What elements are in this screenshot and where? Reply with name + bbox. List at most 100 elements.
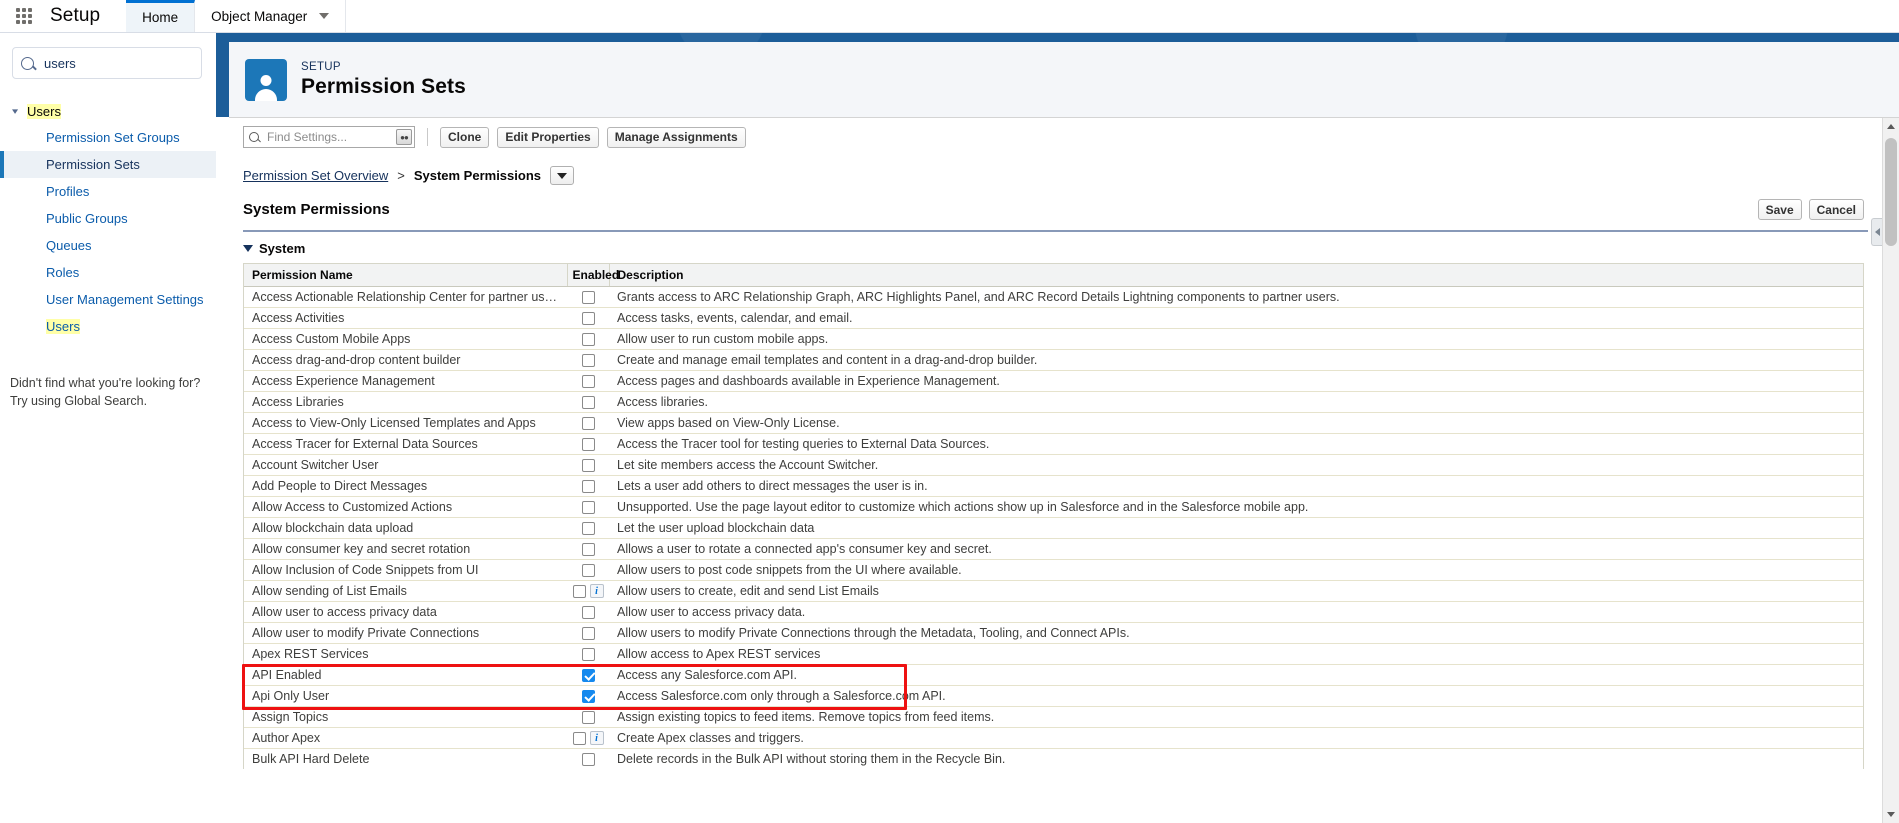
table-row: Author Apex i Create Apex classes and trig… [244, 727, 1863, 749]
enabled-cell [567, 475, 609, 497]
permission-enabled-checkbox[interactable] [581, 605, 595, 619]
table-row: Allow user to access privacy data Allow u… [244, 601, 1863, 623]
table-row: Access Custom Mobile Apps Allow user to r… [244, 328, 1863, 350]
permission-enabled-checkbox[interactable] [581, 458, 595, 472]
permission-enabled-checkbox[interactable] [572, 584, 586, 598]
quick-find-input[interactable] [42, 54, 193, 72]
save-button[interactable]: Save [1757, 199, 1802, 220]
permission-name-cell: Access Actionable Relationship Center fo… [252, 290, 562, 304]
page-title: Permission Sets [301, 74, 466, 98]
enabled-cell [567, 287, 609, 308]
enabled-cell [567, 622, 609, 644]
sidebar-item-user-management-settings[interactable]: User Management Settings [0, 286, 216, 313]
description-cell: Access pages and dashboards available in… [609, 370, 1863, 392]
breadcrumb-dropdown-button[interactable] [550, 166, 574, 185]
sidebar-item-users[interactable]: Users [0, 313, 216, 340]
cancel-button[interactable]: Cancel [1808, 199, 1864, 220]
sidebar-item-queues[interactable]: Queues [0, 232, 216, 259]
global-tabs: Home Object Manager [126, 0, 347, 32]
setup-sidebar: ▾ Users Permission Set Groups Permission… [0, 33, 216, 823]
breadcrumb-parent-link[interactable]: Permission Set Overview [243, 168, 388, 183]
permission-enabled-checkbox[interactable] [581, 332, 595, 346]
edit-properties-button[interactable]: Edit Properties [497, 126, 599, 148]
table-row: Access Tracer for External Data Sources A… [244, 433, 1863, 455]
sidebar-item-roles[interactable]: Roles [0, 259, 216, 286]
permission-name-cell: Bulk API Hard Delete [244, 748, 567, 769]
main-content: SETUP Permission Sets ●● Clone Edit Prop… [216, 33, 1899, 823]
sidebar-item-label: Public Groups [46, 211, 128, 226]
table-row: Allow sending of List Emails i Allow users… [244, 580, 1863, 602]
description-cell: Grants access to ARC Relationship Graph,… [617, 290, 1340, 304]
sidebar-item-public-groups[interactable]: Public Groups [0, 205, 216, 232]
sidebar-item-label: Users [46, 319, 80, 334]
permission-enabled-checkbox[interactable] [581, 689, 595, 703]
enabled-cell [567, 391, 609, 413]
table-row: Assign Topics Assign existing topics to f… [244, 706, 1863, 728]
tab-object-manager[interactable]: Object Manager [195, 0, 347, 32]
chevron-down-icon [557, 172, 567, 179]
global-header: Setup Home Object Manager [0, 0, 1899, 33]
enabled-cell [567, 706, 609, 728]
permission-enabled-checkbox[interactable] [581, 437, 595, 451]
permission-enabled-checkbox[interactable] [581, 647, 595, 661]
enabled-cell: i [567, 580, 609, 602]
nav-group-users[interactable]: ▾ Users [0, 99, 216, 124]
scroll-up-button[interactable] [1883, 118, 1899, 135]
info-icon[interactable]: i [589, 584, 604, 598]
chevron-down-icon: ▾ [11, 106, 19, 116]
permission-enabled-checkbox[interactable] [581, 290, 595, 304]
permission-enabled-checkbox[interactable] [581, 521, 595, 535]
sidebar-item-permission-set-groups[interactable]: Permission Set Groups [0, 124, 216, 151]
enabled-cell [567, 685, 609, 707]
permission-enabled-checkbox[interactable] [581, 311, 595, 325]
scroll-down-button[interactable] [1883, 806, 1899, 823]
system-group-toggle[interactable]: System [229, 232, 1882, 263]
permission-enabled-checkbox[interactable] [581, 710, 595, 724]
permission-enabled-checkbox[interactable] [581, 353, 595, 367]
description-cell: Access libraries. [609, 391, 1863, 413]
app-launcher-button[interactable] [0, 0, 48, 32]
permission-enabled-checkbox[interactable] [581, 395, 595, 409]
description-cell: Access Salesforce.com only through a Sal… [609, 685, 1863, 707]
enabled-cell [567, 349, 609, 371]
permission-enabled-checkbox[interactable] [572, 731, 586, 745]
permission-name-cell: Access Tracer for External Data Sources [244, 433, 567, 455]
table-row: Access Experience Management Access pages… [244, 370, 1863, 392]
permission-enabled-checkbox[interactable] [581, 500, 595, 514]
scrollbar-thumb[interactable] [1885, 138, 1897, 246]
permission-enabled-checkbox[interactable] [581, 563, 595, 577]
permission-enabled-checkbox[interactable] [581, 626, 595, 640]
permission-enabled-checkbox[interactable] [581, 542, 595, 556]
sidebar-item-profiles[interactable]: Profiles [0, 178, 216, 205]
table-row: Access Activities Access tasks, events, c… [244, 307, 1863, 329]
find-settings-box[interactable]: ●● [243, 126, 415, 148]
permission-enabled-checkbox[interactable] [581, 374, 595, 388]
enabled-cell [567, 307, 609, 329]
enabled-cell [567, 748, 609, 769]
permission-enabled-checkbox[interactable] [581, 752, 595, 766]
enabled-cell [567, 559, 609, 581]
tab-home[interactable]: Home [126, 0, 196, 32]
find-settings-input[interactable] [265, 129, 396, 145]
manage-assignments-button[interactable]: Manage Assignments [606, 126, 746, 148]
description-cell: Assign existing topics to feed items. Re… [609, 706, 1863, 728]
enabled-cell [567, 496, 609, 518]
permission-name-cell: Allow user to access privacy data [244, 601, 567, 623]
vertical-scrollbar[interactable] [1882, 118, 1899, 823]
quick-find-box[interactable] [12, 47, 202, 79]
info-icon[interactable]: i [589, 731, 604, 745]
table-row: Allow Inclusion of Code Snippets from UI… [244, 559, 1863, 581]
breadcrumb-separator: > [397, 168, 405, 183]
permission-enabled-checkbox[interactable] [581, 668, 595, 682]
table-row: Bulk API Hard Delete Delete records in th… [244, 748, 1863, 769]
permission-enabled-checkbox[interactable] [581, 479, 595, 493]
sidebar-item-permission-sets[interactable]: Permission Sets [0, 151, 216, 178]
expand-options-icon[interactable]: ●● [396, 129, 412, 145]
panel-collapse-icon[interactable] [1871, 218, 1882, 246]
description-cell: Unsupported. Use the page layout editor … [609, 496, 1863, 518]
clone-button[interactable]: Clone [440, 126, 490, 148]
section-header: System Permissions Save Cancel [229, 195, 1882, 224]
permission-enabled-checkbox[interactable] [581, 416, 595, 430]
tab-home-label: Home [142, 10, 179, 25]
search-icon [21, 56, 34, 70]
